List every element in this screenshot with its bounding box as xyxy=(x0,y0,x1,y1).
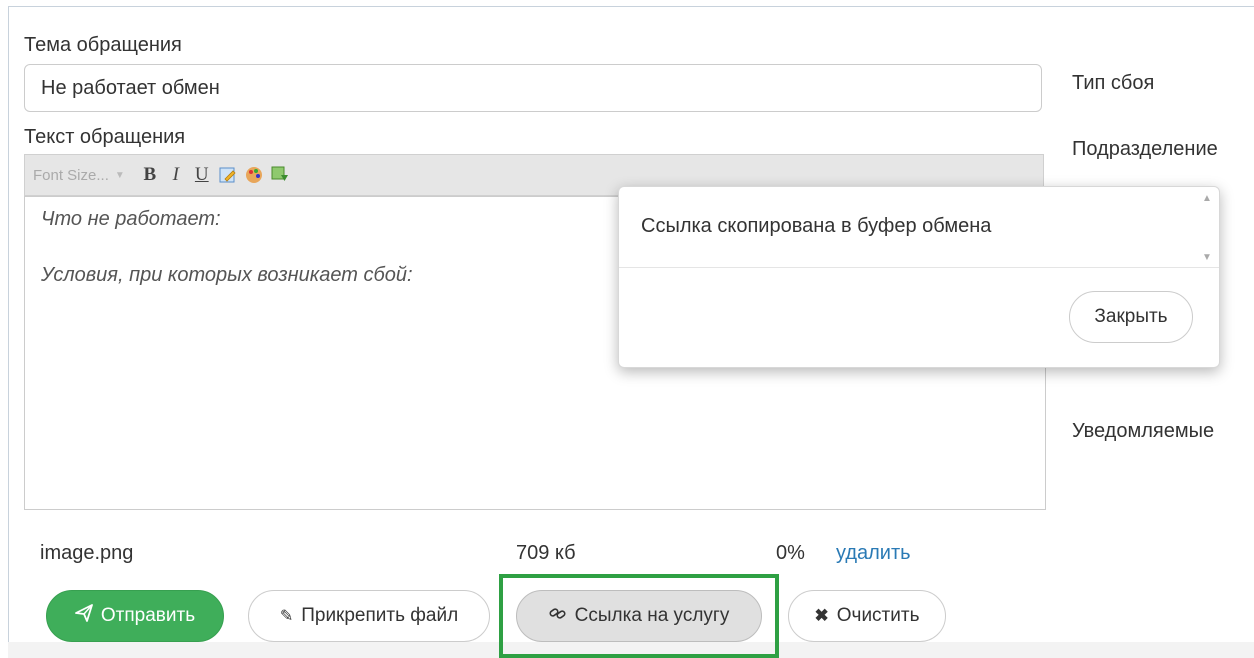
subject-label: Тема обращения xyxy=(24,34,182,56)
department-label: Подразделение xyxy=(1072,138,1218,160)
palette-icon[interactable] xyxy=(245,166,263,184)
clear-button[interactable]: ✖ Очистить xyxy=(788,590,946,642)
modal-divider xyxy=(619,267,1219,268)
edit-image-icon[interactable] xyxy=(219,166,237,184)
highlight-box xyxy=(499,574,779,658)
attach-file-button[interactable]: ✎ Прикрепить файл xyxy=(248,590,490,642)
clear-button-label: Очистить xyxy=(836,605,920,626)
attachment-progress: 0% xyxy=(776,542,805,564)
paper-plane-icon xyxy=(74,604,93,628)
insert-image-icon[interactable] xyxy=(271,166,289,184)
scroll-up-icon[interactable]: ▲ xyxy=(1202,193,1212,204)
font-size-placeholder: Font Size... xyxy=(33,166,109,184)
modal-message: Ссылка скопирована в буфер обмена xyxy=(641,215,992,237)
modal-scrollbar[interactable]: ▲ ▼ xyxy=(1199,193,1215,263)
send-button-label: Отправить xyxy=(100,605,196,626)
chevron-down-icon: ▼ xyxy=(114,169,125,181)
subject-input[interactable]: Не работает обмен xyxy=(24,64,1042,112)
bold-button[interactable]: B xyxy=(141,164,159,186)
failure-type-label: Тип сбоя xyxy=(1072,72,1155,94)
attach-file-button-label: Прикрепить файл xyxy=(301,605,459,626)
italic-button[interactable]: I xyxy=(167,164,185,186)
attachment-delete-link[interactable]: удалить xyxy=(836,542,911,565)
scroll-down-icon[interactable]: ▼ xyxy=(1202,252,1212,263)
attachment-size: 709 кб xyxy=(516,542,576,564)
close-icon: ✖ xyxy=(814,606,829,625)
notified-label: Уведомляемые xyxy=(1072,420,1215,442)
modal-close-button[interactable]: Закрыть xyxy=(1069,291,1193,343)
attachment-filename: image.png xyxy=(40,542,134,564)
font-size-select[interactable]: Font Size... ▼ xyxy=(33,167,133,184)
underline-button[interactable]: U xyxy=(193,164,211,186)
send-button[interactable]: Отправить xyxy=(46,590,224,642)
notification-modal: Ссылка скопирована в буфер обмена ▲ ▼ За… xyxy=(618,186,1220,368)
text-label: Текст обращения xyxy=(24,126,186,148)
paperclip-icon: ✎ xyxy=(279,608,294,625)
